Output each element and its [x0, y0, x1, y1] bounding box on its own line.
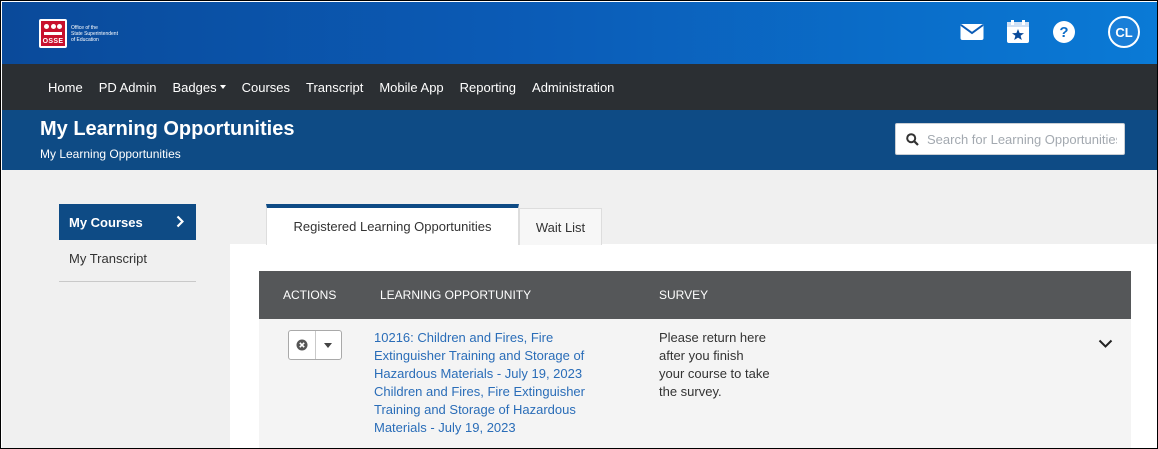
- learning-opportunity-link[interactable]: 10216: Children and Fires, Fire Extingui…: [374, 329, 614, 437]
- user-avatar[interactable]: CL: [1108, 16, 1140, 48]
- logo-abbrev: OSSE: [42, 38, 64, 45]
- search-box[interactable]: [895, 123, 1125, 155]
- top-icons: ? CL: [940, 16, 1140, 48]
- search-input[interactable]: [927, 131, 1117, 147]
- page-frame: OSSE Office of the State Superintendent …: [0, 0, 1158, 449]
- breadcrumb: My Learning Opportunities: [40, 147, 181, 161]
- sidebar-item-label: My Courses: [69, 214, 143, 230]
- table-header: ACTIONS LEARNING OPPORTUNITY SURVEY: [259, 271, 1131, 319]
- table-row: 10216: Children and Fires, Fire Extingui…: [259, 319, 1131, 448]
- tab-registered-learning-opportunities[interactable]: Registered Learning Opportunities: [266, 204, 519, 245]
- caret-down-icon: [219, 85, 226, 89]
- caret-down-icon: [324, 342, 333, 348]
- content-area: My Courses My Transcript Registered Lear…: [2, 170, 1157, 448]
- nav-transcript[interactable]: Transcript: [306, 80, 363, 95]
- column-header-learning-opportunity: LEARNING OPPORTUNITY: [380, 288, 532, 302]
- nav-badges-label: Badges: [172, 79, 217, 95]
- tab-wait-list[interactable]: Wait List: [519, 208, 602, 245]
- calendar-star-icon[interactable]: [1004, 18, 1032, 46]
- cancel-registration-button[interactable]: [289, 331, 316, 359]
- title-band: My Learning Opportunities My Learning Op…: [2, 110, 1157, 170]
- nav-badges[interactable]: Badges: [173, 80, 226, 95]
- close-circle-icon: [296, 339, 308, 351]
- nav-courses[interactable]: Courses: [242, 80, 290, 95]
- logo-org-name: Office of the State Superintendent of Ed…: [71, 24, 118, 43]
- osse-logo-icon: OSSE: [39, 19, 67, 48]
- mail-icon[interactable]: [958, 18, 986, 46]
- nav-administration[interactable]: Administration: [532, 80, 614, 95]
- nav-reporting[interactable]: Reporting: [460, 80, 516, 95]
- help-icon[interactable]: ?: [1050, 18, 1078, 46]
- brand-bar: OSSE Office of the State Superintendent …: [2, 2, 1157, 64]
- search-icon: [906, 132, 919, 146]
- page-title: My Learning Opportunities: [40, 118, 295, 140]
- actions-button-group: [288, 330, 342, 360]
- nav-mobile-app[interactable]: Mobile App: [379, 80, 443, 95]
- chevron-down-icon: [1098, 339, 1113, 348]
- expand-row-button[interactable]: [1098, 335, 1113, 353]
- actions-dropdown-button[interactable]: [316, 331, 342, 359]
- svg-text:?: ?: [1059, 24, 1068, 41]
- column-header-actions: ACTIONS: [283, 288, 337, 302]
- main-nav: Home PD Admin Badges Courses Transcript …: [2, 64, 1157, 110]
- sidebar-item-my-transcript[interactable]: My Transcript: [59, 240, 196, 282]
- nav-pd-admin[interactable]: PD Admin: [99, 80, 157, 95]
- chevron-right-icon: [176, 215, 184, 228]
- survey-note: Please return here after you finish your…: [659, 330, 770, 399]
- nav-home[interactable]: Home: [48, 80, 83, 95]
- osse-logo[interactable]: OSSE Office of the State Superintendent …: [39, 19, 118, 48]
- sidebar-item-my-courses[interactable]: My Courses: [59, 204, 196, 240]
- column-header-survey: SURVEY: [659, 288, 709, 302]
